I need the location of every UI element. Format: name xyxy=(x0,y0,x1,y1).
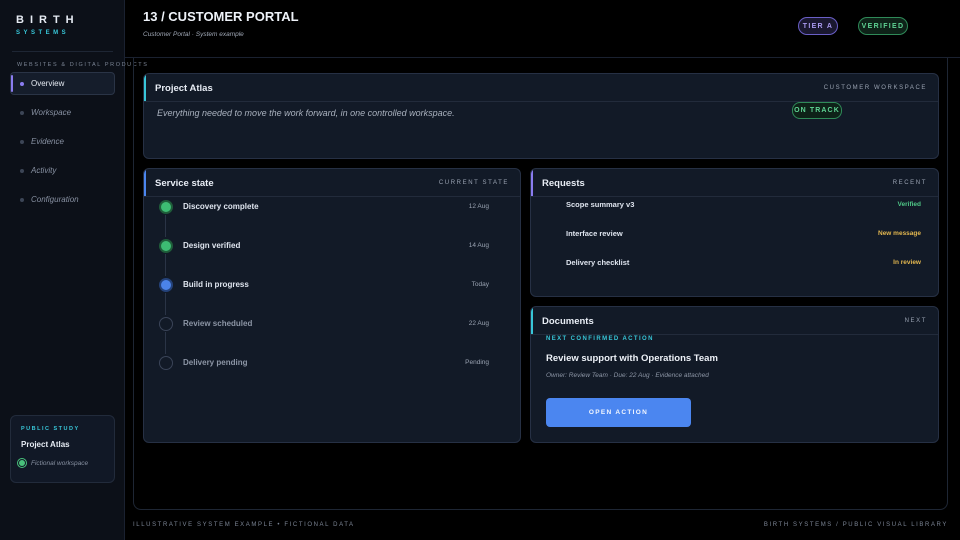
service-state-card: Service state CURRENT STATE Discovery co… xyxy=(143,168,521,443)
sidebar-divider xyxy=(12,51,113,52)
card-header: Service state CURRENT STATE xyxy=(144,169,520,197)
next-action-title: Review support with Operations Team xyxy=(546,353,718,364)
documents-tag: NEXT xyxy=(904,318,927,324)
sidebar-item-label: Evidence xyxy=(31,137,64,146)
timeline-step[interactable]: Delivery pending Pending xyxy=(144,353,520,373)
card-header: Requests RECENT xyxy=(531,169,938,197)
sidebar-section-label: WEBSITES & DIGITAL PRODUCTS xyxy=(17,62,149,68)
dot-icon xyxy=(20,198,24,202)
footer-credit: BIRTH SYSTEMS / PUBLIC VISUAL LIBRARY xyxy=(763,522,948,528)
service-tag: CURRENT STATE xyxy=(438,180,509,186)
sidebar-nav: Overview Workspace Evidence Activity Con… xyxy=(10,72,115,217)
sidebar-item-configuration[interactable]: Configuration xyxy=(10,188,115,211)
status-dot-icon xyxy=(17,458,27,468)
step-date: 22 Aug xyxy=(468,320,489,327)
page-subtitle: Customer Portal · System example xyxy=(143,31,244,38)
study-note-row: Fictional workspace xyxy=(17,458,104,468)
sidebar-item-activity[interactable]: Activity xyxy=(10,159,115,182)
project-description: Everything needed to move the work forwa… xyxy=(157,108,455,118)
requests-card: Requests RECENT Scope summary v3 Verifie… xyxy=(530,168,939,297)
step-label: Review scheduled xyxy=(183,319,253,328)
dot-icon xyxy=(20,140,24,144)
dot-icon xyxy=(20,169,24,173)
request-status: In review xyxy=(893,259,921,266)
study-label: PUBLIC STUDY xyxy=(21,426,80,432)
request-name: Delivery checklist xyxy=(566,258,630,267)
next-action-label: NEXT CONFIRMED ACTION xyxy=(546,336,654,342)
card-header: Project Atlas CUSTOMER WORKSPACE xyxy=(144,74,938,102)
step-label: Discovery complete xyxy=(183,202,259,211)
brand-sub: SYSTEMS xyxy=(16,30,70,36)
brand-name: BIRTH xyxy=(16,14,80,26)
card-header: Documents NEXT xyxy=(531,307,938,335)
project-title: Project Atlas xyxy=(155,83,213,94)
request-name: Scope summary v3 xyxy=(566,200,635,209)
footer-disclaimer: ILLUSTRATIVE SYSTEM EXAMPLE • FICTIONAL … xyxy=(133,522,355,528)
step-date: 14 Aug xyxy=(468,242,489,249)
pending-step-icon xyxy=(159,356,173,370)
dot-icon xyxy=(20,82,24,86)
page-title: 13 / CUSTOMER PORTAL xyxy=(143,9,299,24)
step-date: Pending xyxy=(465,359,489,366)
next-action-meta: Owner: Review Team · Due: 22 Aug · Evide… xyxy=(546,372,709,379)
request-row[interactable]: Delivery checklist In review xyxy=(566,256,921,270)
timeline-step[interactable]: Design verified 14 Aug xyxy=(144,236,520,256)
step-date: Today xyxy=(471,281,489,288)
complete-step-icon xyxy=(159,239,173,253)
page-header: 13 / CUSTOMER PORTAL Customer Portal · S… xyxy=(125,0,960,58)
step-label: Design verified xyxy=(183,241,241,250)
sidebar-item-label: Configuration xyxy=(31,195,79,204)
timeline-connector xyxy=(165,332,166,354)
timeline-step[interactable]: Review scheduled 22 Aug xyxy=(144,314,520,334)
sidebar: BIRTH SYSTEMS WEBSITES & DIGITAL PRODUCT… xyxy=(0,0,147,540)
verified-badge: VERIFIED xyxy=(858,17,908,35)
documents-card: Documents NEXT NEXT CONFIRMED ACTION Rev… xyxy=(530,306,939,443)
sidebar-item-workspace[interactable]: Workspace xyxy=(10,101,115,124)
sidebar-item-label: Activity xyxy=(31,166,57,175)
timeline-step[interactable]: Build in progress Today xyxy=(144,275,520,295)
request-row[interactable]: Interface review New message xyxy=(566,227,921,241)
documents-title: Documents xyxy=(542,316,594,327)
open-action-button[interactable]: OPEN ACTION xyxy=(546,398,691,427)
request-row[interactable]: Scope summary v3 Verified xyxy=(566,198,921,212)
sidebar-item-evidence[interactable]: Evidence xyxy=(10,130,115,153)
public-study-card[interactable]: PUBLIC STUDY Project Atlas Fictional wor… xyxy=(10,415,115,483)
dot-icon xyxy=(20,111,24,115)
brand-logo[interactable]: BIRTH SYSTEMS xyxy=(16,14,80,36)
step-label: Delivery pending xyxy=(183,358,248,367)
step-label: Build in progress xyxy=(183,280,249,289)
study-title: Project Atlas xyxy=(21,440,70,449)
request-name: Interface review xyxy=(566,229,623,238)
requests-title: Requests xyxy=(542,178,585,189)
step-date: 12 Aug xyxy=(468,203,489,210)
timeline-connector xyxy=(165,293,166,315)
service-title: Service state xyxy=(155,178,214,189)
project-tag: CUSTOMER WORKSPACE xyxy=(823,85,927,91)
study-note: Fictional workspace xyxy=(31,459,89,467)
tier-badge: TIER A xyxy=(798,17,838,35)
in-progress-step-icon xyxy=(159,278,173,292)
sidebar-item-overview[interactable]: Overview xyxy=(10,72,115,95)
timeline-connector xyxy=(165,215,166,237)
project-card: Project Atlas CUSTOMER WORKSPACE Everyth… xyxy=(143,73,939,159)
complete-step-icon xyxy=(159,200,173,214)
status-badge: ON TRACK xyxy=(792,102,842,119)
pending-step-icon xyxy=(159,317,173,331)
request-status: Verified xyxy=(897,201,921,208)
sidebar-item-label: Overview xyxy=(31,79,65,88)
sidebar-item-label: Workspace xyxy=(31,108,72,117)
timeline-connector xyxy=(165,254,166,276)
timeline-step[interactable]: Discovery complete 12 Aug xyxy=(144,197,520,217)
requests-tag: RECENT xyxy=(892,180,927,186)
request-status: New message xyxy=(878,230,921,237)
